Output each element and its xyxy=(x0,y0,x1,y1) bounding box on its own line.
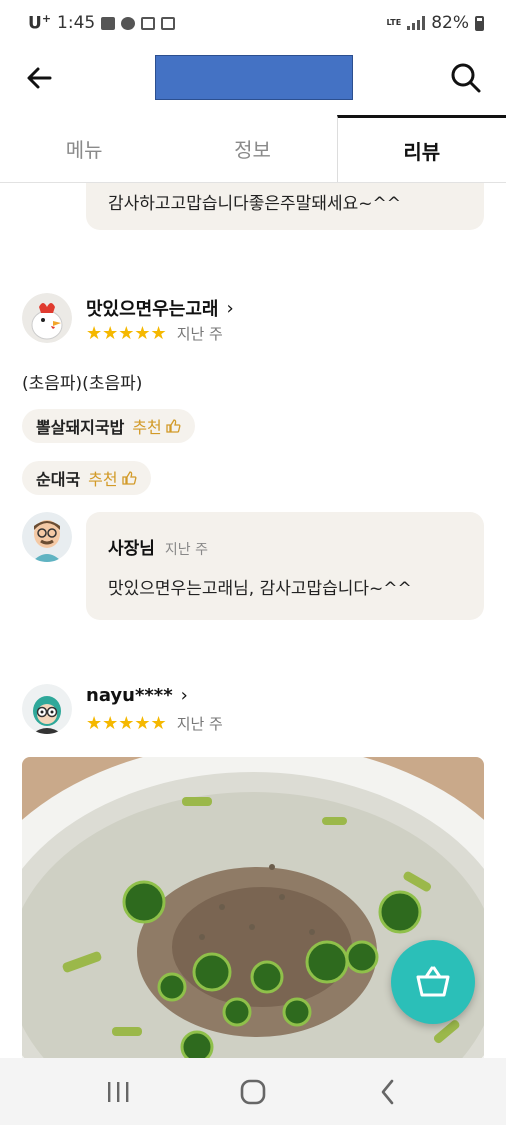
image-icon xyxy=(161,16,176,30)
chip-menu-name: 뽈살돼지국밥 xyxy=(36,418,125,437)
cart-button[interactable] xyxy=(391,940,475,1024)
clock: 1:45 xyxy=(57,13,96,33)
tab-info[interactable]: 정보 xyxy=(168,115,336,182)
lte-label: LTE xyxy=(386,18,402,27)
owner-reply-date: 지난 주 xyxy=(164,542,209,558)
search-icon xyxy=(451,63,481,93)
status-bar: U+ 1:45 LTE 82% xyxy=(0,0,506,46)
basket-icon xyxy=(416,966,450,997)
owner-reply-card: 사장님 지난 주 맛있으면우는고래님, 감사고맙습니다~^^ xyxy=(86,512,484,620)
chevron-right-icon: › xyxy=(180,685,188,706)
reviewer-name[interactable]: 맛있으면우는고래 › xyxy=(86,295,234,321)
star-rating: ★★★★★ xyxy=(86,713,167,734)
page-title-redacted xyxy=(155,55,353,100)
message-icon xyxy=(101,16,116,30)
owner-name: 사장님 xyxy=(108,539,155,559)
back-button[interactable] xyxy=(22,60,58,96)
tab-menu[interactable]: 메뉴 xyxy=(0,115,168,182)
recommend-label: 추천 xyxy=(132,418,162,437)
chicken-avatar-icon xyxy=(22,293,72,343)
signal-icon xyxy=(407,16,426,30)
avatar[interactable] xyxy=(22,684,72,734)
back-arrow-icon xyxy=(27,67,52,89)
chevron-left-icon xyxy=(382,1079,394,1104)
home-icon xyxy=(240,1079,266,1104)
system-back-button[interactable] xyxy=(368,1072,408,1112)
chip-recommend: 추천 xyxy=(88,466,137,490)
recent-apps-button[interactable] xyxy=(98,1072,138,1112)
rating-row: ★★★★★ 지난 주 xyxy=(86,323,223,344)
star-rating: ★★★★★ xyxy=(86,323,167,344)
battery-icon xyxy=(475,15,484,31)
carrier-label: U+ xyxy=(28,12,52,34)
reviewer-nickname: 맛있으면우는고래 xyxy=(86,299,219,320)
tab-reviews[interactable]: 리뷰 xyxy=(336,115,506,182)
review-date: 지난 주 xyxy=(176,715,223,733)
owner-name-row: 사장님 지난 주 xyxy=(108,534,208,559)
voicemail-icon xyxy=(141,16,156,30)
rating-row: ★★★★★ 지난 주 xyxy=(86,713,223,734)
chat-icon xyxy=(121,16,136,30)
menu-recommend-chip: 뽈살돼지국밥 추천 xyxy=(22,409,195,443)
tab-bar: 메뉴 정보 리뷰 xyxy=(0,115,506,183)
avatar[interactable] xyxy=(22,293,72,343)
chevron-right-icon: › xyxy=(226,297,234,319)
reviewer-nickname: nayu**** xyxy=(86,685,173,706)
owner-avatar-icon xyxy=(22,512,72,562)
thumbs-up-icon xyxy=(166,419,181,433)
reviewer-name[interactable]: nayu**** › xyxy=(86,685,188,706)
review-date: 지난 주 xyxy=(176,325,223,343)
review-text: (초음파)(초음파) xyxy=(22,374,143,394)
chip-recommend: 추천 xyxy=(132,414,181,438)
home-button[interactable] xyxy=(233,1072,273,1112)
thumbs-up-icon xyxy=(121,471,137,485)
owner-avatar xyxy=(22,512,72,562)
battery-percent: 82% xyxy=(431,13,469,33)
recommend-label: 추천 xyxy=(88,470,118,489)
owner-reply-text: 감사하고고맙습니다좋은주말돼세요~^^ xyxy=(108,194,401,214)
owner-reply-text: 맛있으면우는고래님, 감사고맙습니다~^^ xyxy=(108,579,412,599)
system-nav-bar xyxy=(0,1058,506,1125)
app-header xyxy=(0,46,506,110)
menu-recommend-chip: 순대국 추천 xyxy=(22,461,151,495)
review-list[interactable]: 감사하고고맙습니다좋은주말돼세요~^^ 맛있으면우는고래 › ★★★★★ 지난 … xyxy=(0,183,506,1058)
glasses-avatar-icon xyxy=(22,684,72,734)
recent-apps-icon xyxy=(107,1081,129,1102)
chip-menu-name: 순대국 xyxy=(36,470,81,489)
owner-reply-card: 감사하고고맙습니다좋은주말돼세요~^^ xyxy=(86,183,484,230)
search-button[interactable] xyxy=(448,60,484,96)
